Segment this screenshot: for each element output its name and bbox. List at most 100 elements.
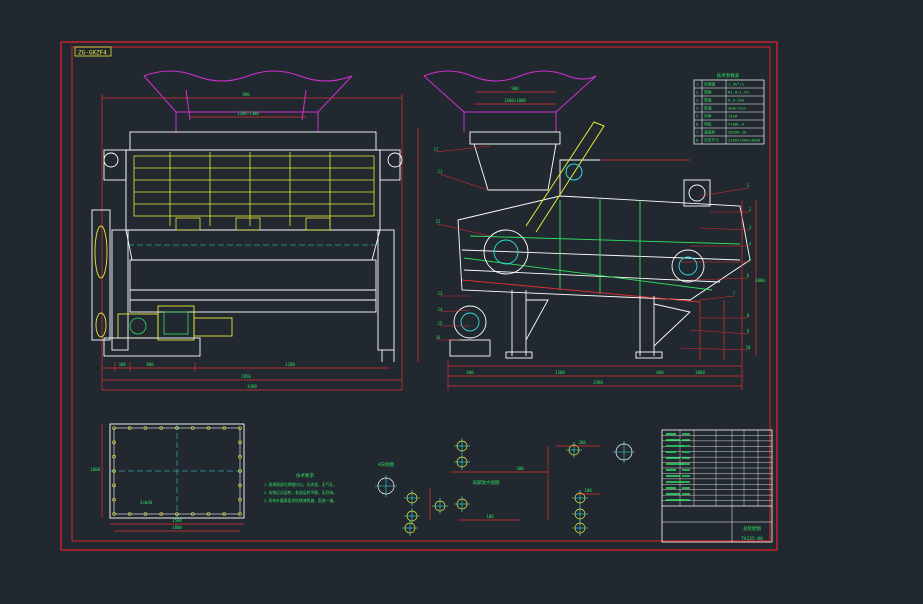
spec-cell: 6 — [696, 122, 699, 127]
spec-table-rows: 1 处理量 1.5m³/s 2 规格 Φ1.0~1.5m 3 筛面 0.5~1mm 4 转速 300r… — [694, 80, 764, 144]
notes-line-2: 2.安装后试运转，各部运转平稳，无异响。 — [264, 490, 337, 495]
side-belt — [461, 279, 701, 303]
spec-cell: 处理量 — [704, 82, 716, 87]
title-drawing-name: 总装配图 — [743, 525, 761, 532]
balloon-label: 5 — [749, 257, 752, 262]
front-view: 900 1200~1300 800 1200 300 2950 3390 — [91, 70, 403, 391]
spec-cell: 300r/min — [728, 106, 746, 111]
side-view: 900 1600×1000 400 1200 600 1000 3390 300… — [417, 70, 765, 390]
balloon-leader — [439, 173, 489, 191]
side-body — [457, 131, 751, 301]
detail-label-a: A向视图 — [378, 461, 395, 468]
spec-cell: 15kW — [728, 114, 738, 119]
inner-sheet-border — [71, 46, 771, 542]
spec-cell: 外形尺寸 — [704, 138, 719, 143]
spec-cell: 筛面 — [704, 98, 712, 103]
detail-label-b: 局部放大视图 — [473, 479, 500, 486]
side-dim-base-b: 1200 — [555, 370, 565, 375]
balloon-label: 15 — [438, 321, 443, 326]
balloon-label: 6 — [747, 273, 750, 278]
spec-cell: 8 — [696, 138, 699, 143]
side-chute — [525, 121, 605, 233]
balloon-leader — [435, 145, 491, 153]
balloon-leader — [679, 347, 749, 351]
spec-cell: 规格 — [704, 90, 712, 95]
front-body — [125, 131, 381, 313]
balloon-leader — [699, 295, 735, 301]
notes-title: 技术要求 — [296, 472, 314, 479]
side-dim-inner-top: 1600×1000 — [504, 98, 526, 103]
spec-cell: 0.5~1mm — [728, 98, 745, 103]
detail-dim-b: 200 — [578, 440, 586, 445]
spec-cell: 电机 — [704, 122, 712, 127]
balloon-leader — [699, 187, 749, 197]
balloon-leader — [689, 329, 749, 335]
title-block-grid — [662, 430, 772, 542]
detail-crosshairs — [375, 438, 635, 536]
title-drawing-no: TA125-00 — [741, 536, 763, 542]
spec-cell: ZQ350-20 — [728, 130, 747, 135]
front-legs — [111, 229, 395, 362]
balloon-label: 12 — [436, 219, 441, 224]
side-dim-top: 900 — [511, 86, 519, 91]
front-dim-inner-top: 1200~1300 — [237, 111, 259, 116]
plan-dim-width: 1800 — [172, 525, 182, 530]
plan-view: 3×Φ20 1500 1800 1000 — [90, 423, 245, 532]
front-dim-top: 900 — [242, 92, 250, 97]
spec-table: 技术参数表 1 处理量 1.5m³/s 2 规格 Φ1.0~1.5m 3 筛面 0.5~1mm 4… — [693, 72, 765, 145]
balloon-leader — [439, 309, 471, 313]
technical-notes: 技术要求 1.各焊接部位焊缝均匀，无夹渣，无气孔。 2.安装后试运转，各部运转平… — [264, 472, 337, 503]
front-dim-overall: 3390 — [247, 384, 257, 389]
side-dim-base-d: 1000 — [695, 370, 705, 375]
cad-drawing-canvas: ZG-GKZF4 900 1200~1300 800 1200 300 2950… — [0, 0, 923, 600]
front-screen-panels — [133, 152, 375, 231]
spec-cell: 2 — [696, 90, 698, 95]
balloon-label: 17 — [434, 147, 439, 152]
side-balloons: 1234567891011121314151617 — [434, 145, 752, 351]
front-motor — [103, 305, 233, 357]
drawing-svg: ZG-GKZF4 900 1200~1300 800 1200 300 2950… — [60, 41, 778, 551]
front-dim-lower: 2950 — [241, 374, 251, 379]
spec-cell: 转速 — [704, 106, 712, 111]
front-dim-stub: 300 — [118, 362, 126, 367]
detail-dim-c: 180 — [584, 488, 592, 493]
spec-cell: 功率 — [704, 114, 712, 119]
balloon-label: 14 — [438, 307, 443, 312]
balloon-leader — [699, 227, 751, 231]
outer-sheet-border — [60, 41, 778, 551]
plan-inner-label: 3×Φ20 — [140, 500, 153, 505]
plan-dim-inner: 1500 — [172, 518, 182, 523]
plan-dim-height: 1000 — [90, 467, 100, 472]
balloon-label: 10 — [746, 345, 751, 350]
spec-cell: 5 — [696, 114, 698, 119]
spec-cell: 1.5m³/s — [728, 82, 744, 87]
balloon-label: 3 — [749, 225, 752, 230]
drawing-tag-text: ZG-GKZF4 — [78, 50, 107, 57]
spec-cell: Φ1.0~1.5m — [728, 90, 749, 95]
side-dim-height: 3000 — [755, 278, 765, 283]
balloon-label: 16 — [436, 335, 441, 340]
notes-line-3: 3.所有外露表面涂防锈漆两遍，面漆一遍。 — [264, 498, 337, 503]
notes-line-1: 1.各焊接部位焊缝均匀，无夹渣，无气孔。 — [264, 482, 337, 487]
balloon-label: 8 — [747, 313, 750, 318]
side-dim-overall: 3390 — [593, 380, 603, 385]
detail-dim-a: 500 — [516, 466, 524, 471]
front-dim-base-right: 1200 — [285, 362, 295, 367]
front-dim-base-left: 800 — [146, 362, 154, 367]
balloon-label: 9 — [747, 329, 750, 334]
front-top-dims — [101, 94, 403, 390]
front-motor-green — [129, 311, 189, 335]
detail-dim-d: 100 — [486, 514, 494, 519]
balloon-label: 7 — [733, 291, 736, 296]
spec-cell: Y180L-4 — [728, 122, 745, 127]
spec-cell: 3390×2500×3000 — [728, 138, 761, 143]
drawing-tag: ZG-GKZF4 — [74, 46, 112, 57]
balloon-label: 2 — [749, 207, 752, 212]
spec-table-title: 技术参数表 — [717, 72, 740, 79]
spec-cell: 4 — [696, 106, 699, 111]
spec-cell: 3 — [696, 98, 698, 103]
spec-cell: 减速机 — [704, 130, 716, 135]
balloon-label: 4 — [749, 241, 752, 246]
balloon-label: 13 — [438, 291, 443, 296]
balloon-label: 1 — [747, 183, 750, 188]
